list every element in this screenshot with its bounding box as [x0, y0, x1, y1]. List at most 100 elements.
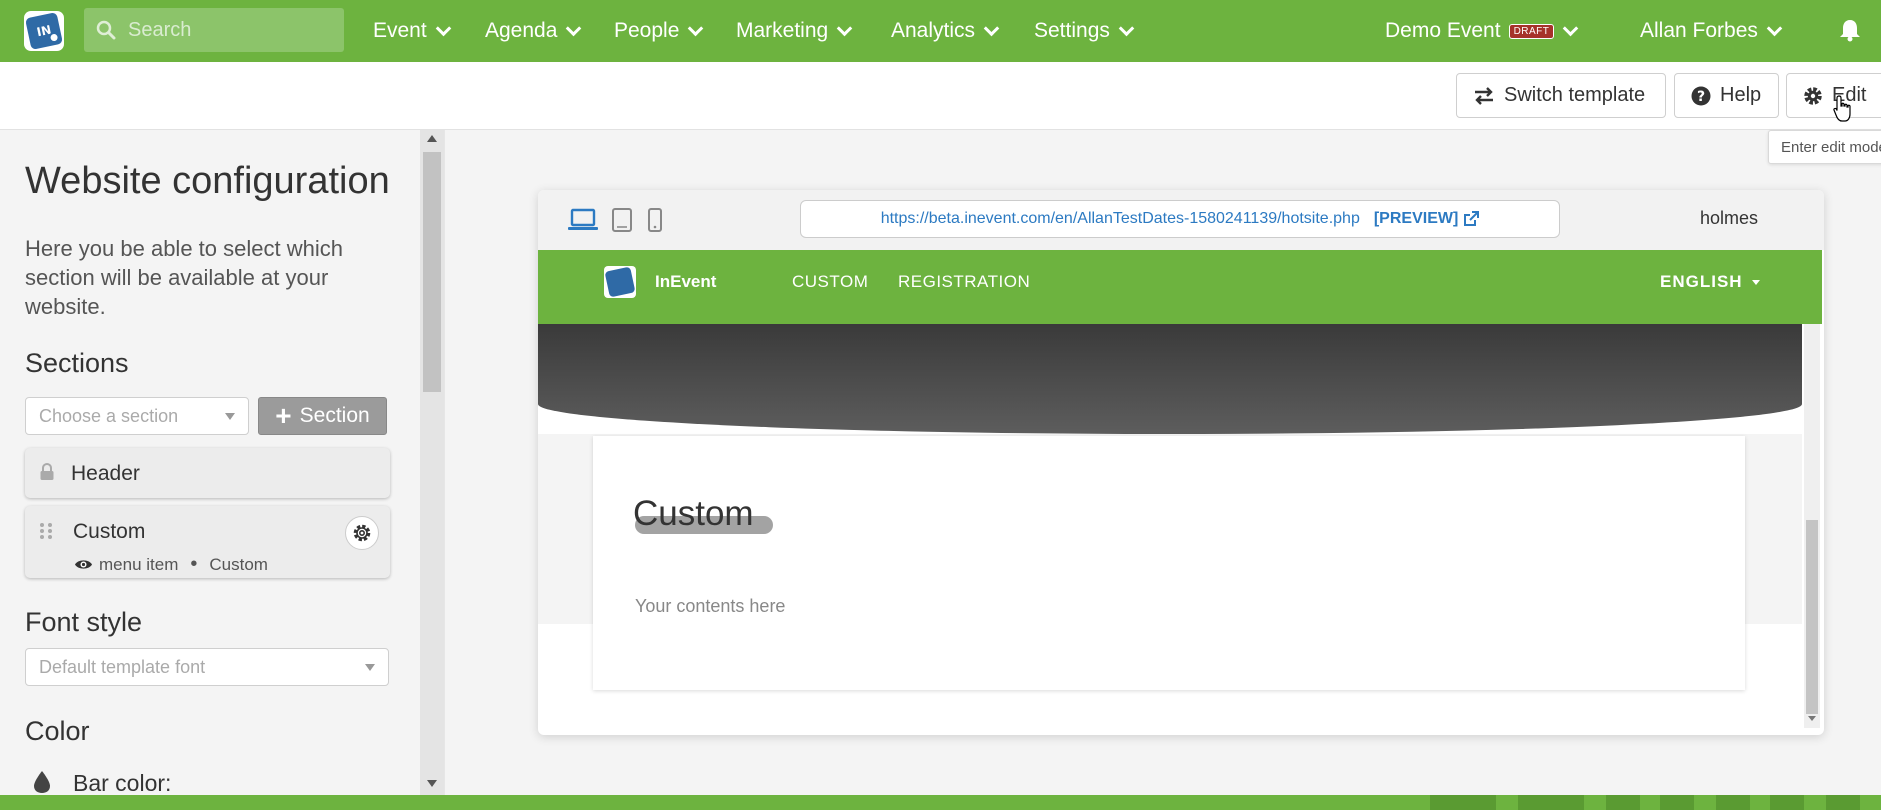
nav-people[interactable]: People — [614, 0, 704, 62]
choose-section-placeholder: Choose a section — [39, 405, 179, 426]
site-language-dropdown[interactable]: ENGLISH — [1660, 272, 1761, 292]
event-selector[interactable]: Demo Event DRAFT — [1385, 0, 1579, 62]
nav-marketing-label: Marketing — [736, 19, 829, 42]
preview-link[interactable]: [PREVIEW] — [1374, 210, 1458, 228]
site-brand[interactable]: InEvent — [655, 272, 716, 292]
nav-people-label: People — [614, 19, 680, 42]
preview-url[interactable]: https://beta.inevent.com/en/AllanTestDat… — [881, 210, 1360, 228]
user-menu[interactable]: Allan Forbes — [1640, 0, 1783, 62]
bar-segment — [1826, 795, 1860, 810]
mobile-icon[interactable] — [648, 208, 662, 232]
color-heading: Color — [25, 716, 90, 746]
search-icon — [96, 20, 116, 40]
tablet-icon[interactable] — [612, 208, 632, 232]
desktop-icon[interactable] — [568, 208, 598, 232]
chevron-down-icon — [435, 20, 451, 36]
caret-down-icon — [225, 412, 235, 420]
site-link-custom[interactable]: CUSTOM — [792, 272, 868, 292]
nav-marketing[interactable]: Marketing — [736, 0, 853, 62]
scrollbar-thumb[interactable] — [423, 152, 441, 392]
switch-template-button[interactable]: Switch template — [1456, 73, 1666, 118]
gear-icon — [353, 524, 371, 542]
droplet-icon — [34, 771, 50, 793]
font-style-select[interactable]: Default template font — [25, 648, 389, 686]
preview-browser-bar: https://beta.inevent.com/en/AllanTestDat… — [538, 190, 1824, 250]
bullet-separator: • — [190, 553, 198, 575]
exchange-icon — [1475, 86, 1493, 105]
question-circle-icon: ? — [1691, 86, 1711, 105]
edit-tooltip: Enter edit mode — [1768, 130, 1881, 164]
scroll-down-arrow[interactable] — [1808, 716, 1816, 721]
caret-down-icon — [365, 663, 375, 671]
sidebar-title: Website configuration — [25, 160, 390, 202]
scroll-up-arrow[interactable] — [427, 135, 437, 142]
scroll-down-arrow[interactable] — [427, 780, 437, 787]
hand-cursor-icon — [1833, 95, 1851, 122]
nav-event[interactable]: Event — [373, 0, 451, 62]
config-sidebar: Website configuration Here you be able t… — [0, 130, 445, 795]
bar-color-label: Bar color: — [73, 770, 172, 795]
nav-settings-label: Settings — [1034, 19, 1110, 42]
site-navbar: InEvent CUSTOM REGISTRATION ENGLISH — [538, 250, 1822, 324]
nav-analytics-label: Analytics — [891, 19, 976, 42]
custom-section-body: Your contents here — [635, 596, 786, 616]
gear-icon — [1804, 86, 1822, 105]
bar-segment — [1606, 795, 1640, 810]
preview-username: holmes — [1700, 208, 1759, 228]
section-title-header: Header — [71, 462, 140, 485]
bell-icon[interactable] — [1839, 18, 1861, 42]
section-meta: menu item • Custom — [74, 553, 268, 576]
nav-analytics[interactable]: Analytics — [891, 0, 1000, 62]
chevron-down-icon — [1118, 20, 1135, 36]
logo-mark: IN — [25, 12, 63, 50]
svg-text:?: ? — [1697, 89, 1705, 105]
sidebar-description: Here you be able to select which section… — [25, 236, 343, 319]
section-visibility: menu item — [99, 554, 179, 574]
nav-event-label: Event — [373, 19, 427, 42]
font-style-heading: Font style — [25, 607, 143, 637]
nav-settings[interactable]: Settings — [1034, 0, 1135, 62]
preview-scrollbar-thumb[interactable] — [1806, 520, 1818, 714]
custom-section-card: Custom Your contents here — [593, 436, 1745, 690]
caret-down-icon — [1752, 280, 1761, 286]
switch-template-label: Switch template — [1504, 84, 1646, 106]
inevent-logo[interactable]: IN — [24, 11, 64, 51]
chevron-down-icon — [983, 20, 1000, 36]
page-toolbar: Switch template ? Help Edit — [0, 62, 1881, 130]
choose-section-select[interactable]: Choose a section — [25, 397, 249, 435]
search-input[interactable] — [128, 18, 328, 42]
site-link-registration[interactable]: REGISTRATION — [898, 272, 1030, 292]
section-card-custom[interactable]: Custom menu item • Custom — [25, 506, 390, 578]
bar-segment — [1430, 795, 1496, 810]
user-name: Allan Forbes — [1640, 19, 1758, 42]
website-preview: https://beta.inevent.com/en/AllanTestDat… — [538, 190, 1824, 735]
preview-scrollbar[interactable] — [1804, 324, 1820, 728]
external-link-icon[interactable] — [1463, 211, 1480, 227]
section-settings-button[interactable] — [345, 516, 379, 550]
site-language-label: ENGLISH — [1660, 272, 1743, 291]
event-name: Demo Event — [1385, 19, 1501, 42]
bar-segment — [1660, 795, 1694, 810]
chevron-down-icon — [566, 20, 582, 36]
bar-segment — [1518, 795, 1584, 810]
search-box[interactable] — [84, 8, 344, 52]
nav-agenda-label: Agenda — [485, 19, 558, 42]
preview-url-bar[interactable]: https://beta.inevent.com/en/AllanTestDat… — [800, 200, 1560, 238]
nav-agenda[interactable]: Agenda — [485, 0, 582, 62]
lock-icon — [40, 463, 54, 480]
eye-icon — [75, 560, 92, 569]
bar-segment — [1770, 795, 1804, 810]
chevron-down-icon — [1563, 20, 1579, 36]
help-button[interactable]: ? Help — [1674, 73, 1779, 118]
drag-handle-icon[interactable] — [39, 522, 53, 540]
sections-heading: Sections — [25, 348, 129, 378]
bar-segment — [1716, 795, 1750, 810]
section-card-header[interactable]: Header — [25, 448, 390, 498]
chevron-down-icon — [688, 20, 704, 36]
sidebar-scrollbar[interactable] — [420, 130, 444, 795]
add-section-button[interactable]: + Section — [258, 397, 387, 435]
site-logo[interactable] — [604, 266, 636, 298]
font-style-value: Default template font — [39, 656, 206, 677]
top-navbar: IN Event Agenda People Marketing Analyti… — [0, 0, 1881, 62]
plus-icon: + — [275, 400, 292, 431]
